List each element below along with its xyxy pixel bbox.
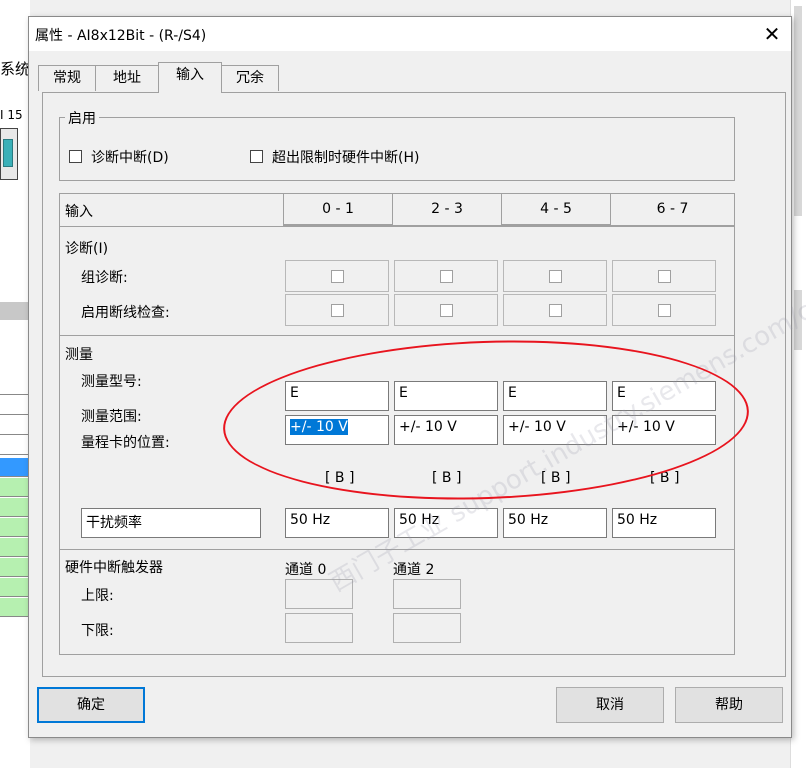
diag-section-title: 诊断(I) (65, 241, 109, 257)
background-row (0, 416, 28, 435)
module-icon-inner (3, 139, 13, 167)
lower-limit-ch2-field[interactable] (393, 613, 461, 643)
wire-break-cell (503, 294, 607, 326)
wire-break-cell (285, 294, 389, 326)
limit-interrupt-label: 超出限制时硬件中断(H) (272, 150, 420, 166)
lower-limit-label: 下限: (81, 623, 114, 639)
group-diag-checkbox[interactable] (440, 270, 453, 283)
tab-general[interactable]: 常规 (38, 65, 96, 91)
background-row (0, 376, 28, 395)
module-icon (0, 128, 18, 180)
wire-break-cell (612, 294, 716, 326)
diag-interrupt-label: 诊断中断(D) (91, 150, 169, 166)
group-diag-checkbox[interactable] (331, 270, 344, 283)
tab-redundancy[interactable]: 冗余 (221, 65, 279, 91)
channel-header-4-5[interactable]: 4 - 5 (501, 193, 611, 226)
wire-break-checkbox[interactable] (331, 304, 344, 317)
wire-break-checkbox[interactable] (658, 304, 671, 317)
measure-range-label: 测量范围: (81, 409, 142, 425)
enable-group-title: 启用 (65, 108, 99, 128)
background-row (0, 498, 28, 517)
channel-header-6-7[interactable]: 6 - 7 (610, 193, 735, 226)
dialog-title: 属性 - AI8x12Bit - (R-/S4) (35, 28, 207, 44)
tab-input[interactable]: 输入 (158, 62, 222, 93)
limit-interrupt-checkbox[interactable] (250, 150, 263, 163)
input-column-label: 输入 (65, 204, 93, 220)
properties-dialog: 属性 - AI8x12Bit - (R-/S4) ✕ 常规 地址 输入 冗余 启… (28, 16, 806, 738)
measure-type-label: 测量型号: (81, 374, 142, 390)
measure-section-title: 测量 (65, 347, 93, 363)
upper-limit-ch2-field[interactable] (393, 579, 461, 609)
background-row (0, 558, 28, 577)
wire-break-label: 启用断线检查: (81, 305, 170, 321)
wire-break-checkbox[interactable] (440, 304, 453, 317)
scrollbar-thumb[interactable] (794, 6, 802, 216)
wire-break-cell (394, 294, 498, 326)
tab-address[interactable]: 地址 (95, 65, 159, 91)
diag-interrupt-checkbox[interactable] (69, 150, 82, 163)
title-bar: 属性 - AI8x12Bit - (R-/S4) ✕ (29, 17, 791, 51)
background-label: I 15 (0, 108, 23, 122)
divider (59, 335, 735, 336)
interference-frequency-field[interactable]: 50 Hz (285, 508, 389, 538)
channel-header-2-3[interactable]: 2 - 3 (392, 193, 502, 226)
background-row-selected (0, 458, 28, 477)
group-diag-cell (285, 260, 389, 292)
background-row (0, 478, 28, 497)
group-diag-label: 组诊断: (81, 270, 128, 286)
background-band (0, 302, 28, 320)
interference-frequency-field[interactable]: 50 Hz (612, 508, 716, 538)
lower-limit-ch0-field[interactable] (285, 613, 353, 643)
wire-break-checkbox[interactable] (549, 304, 562, 317)
background-row (0, 598, 28, 617)
range-card-label: 量程卡的位置: (81, 435, 170, 451)
interference-frequency-field[interactable]: 50 Hz (503, 508, 607, 538)
background-row (0, 436, 28, 455)
background-row (0, 538, 28, 557)
cancel-button[interactable]: 取消 (556, 687, 664, 723)
background-row (0, 396, 28, 415)
group-diag-checkbox[interactable] (658, 270, 671, 283)
ok-button[interactable]: 确定 (37, 687, 145, 723)
group-diag-cell (394, 260, 498, 292)
hw-channel-0-label: 通道 0 (285, 562, 327, 578)
group-diag-cell (503, 260, 607, 292)
background-row (0, 578, 28, 597)
group-diag-checkbox[interactable] (549, 270, 562, 283)
close-button[interactable]: ✕ (753, 17, 791, 51)
channel-header-0-1[interactable]: 0 - 1 (283, 193, 393, 226)
hw-interrupt-title: 硬件中断触发器 (65, 560, 163, 576)
interference-frequency-label: 干扰频率 (81, 508, 261, 538)
background-row (0, 518, 28, 537)
tab-panel-input: 启用 诊断中断(D) 超出限制时硬件中断(H) 输入 0 - 1 2 - 3 4… (42, 92, 806, 677)
group-diag-cell (612, 260, 716, 292)
divider (59, 226, 735, 227)
background-label: 系统 (0, 60, 31, 78)
help-button[interactable]: 帮助 (675, 687, 783, 723)
upper-limit-label: 上限: (81, 588, 114, 604)
